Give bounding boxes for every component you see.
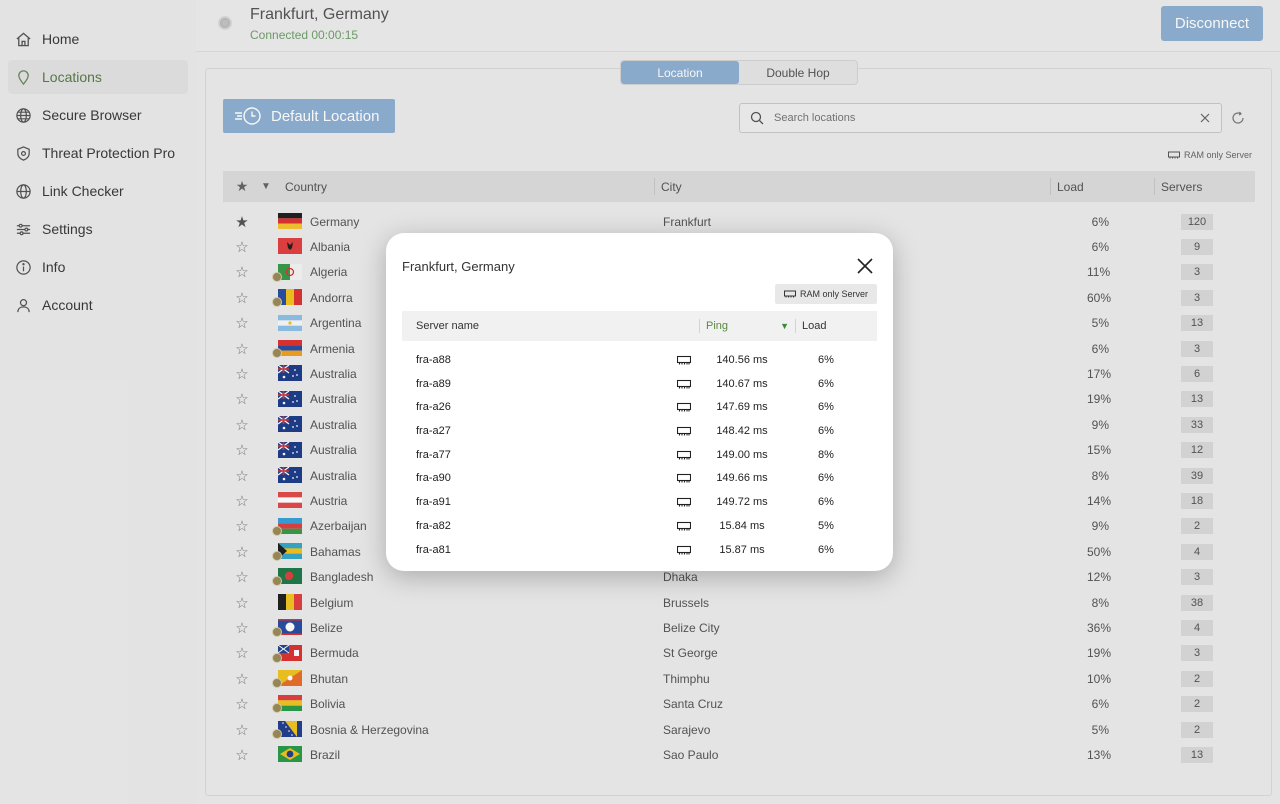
server-list-dialog: Frankfurt, Germany RAM only Server Serve…: [386, 233, 893, 571]
server-name: fra-a91: [416, 496, 451, 509]
ram-chip-icon: [677, 521, 691, 531]
column-header-server-name[interactable]: Server name: [402, 319, 700, 333]
server-load: 6%: [818, 543, 834, 556]
column-header-ping[interactable]: Ping ▼: [700, 319, 796, 333]
ram-chip-icon: [677, 497, 691, 507]
ram-chip-icon: [677, 545, 691, 555]
server-ping: 149.00 ms: [716, 448, 768, 461]
server-row[interactable]: fra-a27 148.42 ms 6%: [402, 420, 877, 444]
server-name: fra-a81: [416, 543, 451, 556]
ram-chip-icon: [677, 355, 691, 365]
column-header-server-load[interactable]: Load: [796, 320, 826, 332]
server-load: 8%: [818, 448, 834, 461]
server-name: fra-a77: [416, 448, 451, 461]
server-name: fra-a88: [416, 354, 451, 366]
server-ping: 147.69 ms: [716, 401, 768, 414]
server-name: fra-a82: [416, 519, 451, 532]
server-load: 6%: [818, 354, 834, 366]
close-icon[interactable]: [856, 257, 874, 275]
ram-chip-icon: [677, 402, 691, 412]
server-name: fra-a89: [416, 377, 451, 390]
server-name: fra-a90: [416, 472, 451, 485]
server-ping: 15.84 ms: [719, 519, 765, 532]
server-load: 6%: [818, 472, 834, 485]
server-row[interactable]: fra-a26 147.69 ms 6%: [402, 396, 877, 420]
server-load: 5%: [818, 519, 834, 532]
server-load: 6%: [818, 377, 834, 390]
ram-chip-icon: [677, 450, 691, 460]
server-ping: 149.66 ms: [716, 472, 768, 485]
server-row[interactable]: fra-a82 15.84 ms 5%: [402, 515, 877, 539]
ram-chip-icon: [677, 473, 691, 483]
ram-chip-icon: [677, 379, 691, 389]
ram-only-badge-label: RAM only Server: [799, 289, 868, 299]
server-name: fra-a26: [416, 401, 451, 414]
ram-only-badge: RAM only Server: [774, 284, 877, 304]
server-row[interactable]: fra-a88 140.56 ms 6%: [402, 349, 877, 373]
server-ping: 148.42 ms: [716, 425, 768, 438]
ram-chip-icon: [783, 290, 796, 298]
server-load: 6%: [818, 496, 834, 509]
server-ping: 140.56 ms: [716, 354, 768, 366]
server-row[interactable]: fra-a90 149.66 ms 6%: [402, 467, 877, 491]
server-name: fra-a27: [416, 425, 451, 438]
server-table-body: fra-a88 140.56 ms 6% fra-a89 140.67 ms 6% fra-…: [402, 349, 877, 562]
server-load: 6%: [818, 425, 834, 438]
server-ping: 15.87 ms: [719, 543, 765, 556]
server-load: 6%: [818, 401, 834, 414]
server-table-header: Server name Ping ▼ Load: [402, 311, 877, 341]
ram-chip-icon: [677, 426, 691, 436]
dialog-title: Frankfurt, Germany: [402, 259, 515, 274]
server-ping: 140.67 ms: [716, 377, 768, 390]
server-row[interactable]: fra-a89 140.67 ms 6%: [402, 373, 877, 397]
sort-descending-icon: ▼: [780, 321, 789, 331]
server-row[interactable]: fra-a77 149.00 ms 8%: [402, 444, 877, 468]
server-ping: 149.72 ms: [716, 496, 768, 509]
server-row[interactable]: fra-a81 15.87 ms 6%: [402, 539, 877, 563]
ping-header-label: Ping: [706, 320, 729, 332]
server-row[interactable]: fra-a91 149.72 ms 6%: [402, 491, 877, 515]
